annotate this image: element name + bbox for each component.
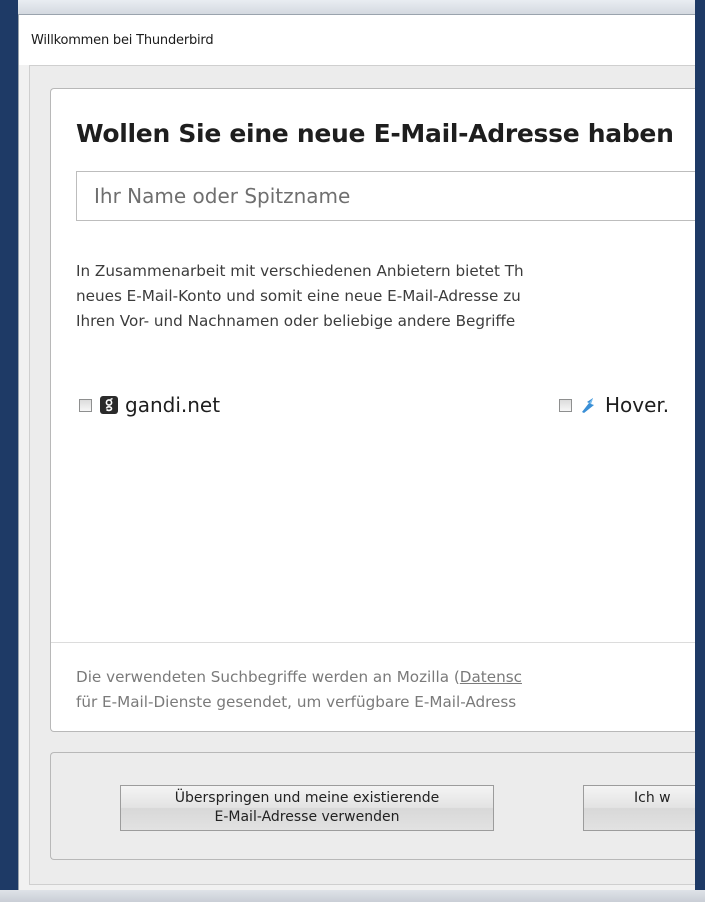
hover-label: Hover. xyxy=(605,393,670,417)
provider-option-hover[interactable]: Hover. xyxy=(559,391,669,419)
privacy-footnote: Die verwendeten Suchbegriffe werden an M… xyxy=(76,665,695,715)
dialog-client-area: Wollen Sie eine neue E-Mail-Adresse habe… xyxy=(29,65,695,885)
description-line: Ihren Vor- und Nachnamen oder beliebige … xyxy=(76,312,516,330)
gandi-logo-icon xyxy=(100,396,118,414)
footnote-line: für E-Mail-Dienste gesendet, um verfügba… xyxy=(76,693,517,711)
dialog-titlebar[interactable]: Willkommen bei Thunderbird xyxy=(19,15,695,65)
want-button-label: Ich w xyxy=(634,790,671,806)
provider-description: In Zusammenarbeit mit verschiedenen Anbi… xyxy=(76,259,695,334)
hover-logo-icon xyxy=(580,396,598,414)
action-button-panel: Überspringen und meine existierende E-Ma… xyxy=(50,752,695,860)
footnote-line: Die verwendeten Suchbegriffe werden an M… xyxy=(76,665,695,690)
skip-use-existing-button[interactable]: Überspringen und meine existierende E-Ma… xyxy=(120,785,494,831)
gandi-checkbox[interactable] xyxy=(79,398,92,412)
skip-button-line: Überspringen und meine existierende xyxy=(174,790,440,806)
desktop-bottom-edge xyxy=(0,890,705,902)
new-address-card: Wollen Sie eine neue E-Mail-Adresse habe… xyxy=(50,88,695,732)
description-line: neues E-Mail-Konto und somit eine neue E… xyxy=(76,287,521,305)
want-address-button[interactable]: Ich w xyxy=(583,785,695,831)
description-line: In Zusammenarbeit mit verschiedenen Anbi… xyxy=(76,262,524,280)
desktop-top-edge xyxy=(0,0,705,14)
desktop-right-edge xyxy=(695,0,705,902)
welcome-dialog: Willkommen bei Thunderbird Wollen Sie ei… xyxy=(18,14,695,890)
hover-checkbox[interactable] xyxy=(559,398,572,412)
skip-button-line: E-Mail-Adresse verwenden xyxy=(214,809,400,825)
name-search-input[interactable] xyxy=(76,171,695,221)
page-title: Wollen Sie eine neue E-Mail-Adresse habe… xyxy=(76,119,674,148)
provider-option-gandi[interactable]: gandi.net xyxy=(79,391,220,419)
privacy-policy-link[interactable]: Datensc xyxy=(460,668,522,686)
footnote-text: Die verwendeten Suchbegriffe werden an M… xyxy=(76,668,460,686)
gandi-label: gandi.net xyxy=(125,393,221,417)
dialog-title: Willkommen bei Thunderbird xyxy=(31,33,214,48)
desktop-left-edge xyxy=(0,0,18,902)
divider xyxy=(51,642,695,643)
